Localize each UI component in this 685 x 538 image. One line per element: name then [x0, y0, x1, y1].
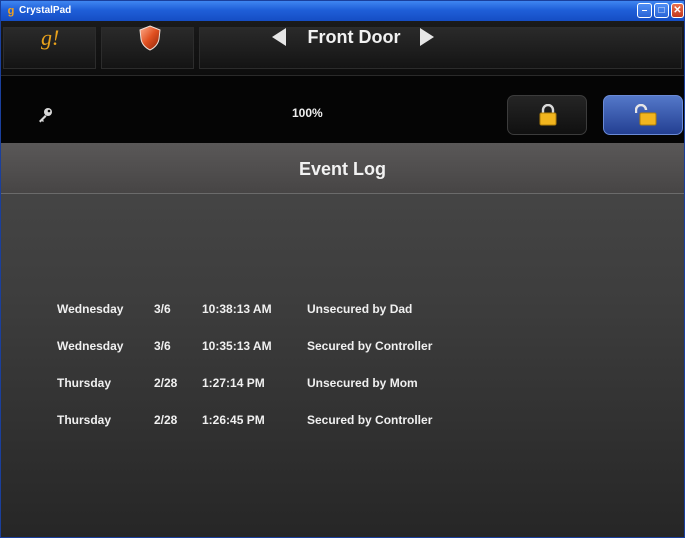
crystalpad-app-icon[interactable]: g [4, 4, 18, 18]
event-description: Secured by Controller [307, 413, 433, 427]
event-date: 2/28 [154, 413, 178, 427]
event-description: Unsecured by Mom [307, 376, 418, 390]
event-time: 10:38:13 AM [202, 302, 272, 316]
event-log-row: Wednesday 3/6 10:35:13 AM Secured by Con… [1, 336, 684, 356]
event-day: Wednesday [57, 302, 124, 316]
event-time: 1:27:14 PM [202, 376, 265, 390]
unlocked-padlock-icon [635, 104, 657, 126]
event-time: 10:35:13 AM [202, 339, 272, 353]
event-day: Thursday [57, 413, 112, 427]
maximize-button[interactable]: □ [654, 3, 669, 18]
title-bar[interactable]: g CrystalPad – □ ✕ [1, 1, 684, 21]
door-title: Front Door [307, 27, 401, 47]
event-day: Thursday [57, 376, 112, 390]
event-log-row: Thursday 2/28 1:26:45 PM Secured by Cont… [1, 410, 684, 430]
event-log-title: Event Log [298, 159, 386, 179]
event-date: 3/6 [154, 302, 171, 316]
next-door-arrow-icon[interactable] [420, 28, 434, 46]
event-description: Unsecured by Dad [307, 302, 413, 316]
window-title: CrystalPad [19, 5, 72, 16]
crystalpad-window: g CrystalPad – □ ✕ g! Front Door 100% Ev… [0, 0, 685, 538]
event-description: Secured by Controller [307, 339, 433, 353]
battery-percent: 100% [292, 106, 323, 120]
minimize-button[interactable]: – [637, 3, 652, 18]
lock-button[interactable] [507, 95, 587, 135]
event-day: Wednesday [57, 339, 124, 353]
event-date: 3/6 [154, 339, 171, 353]
event-log-row: Wednesday 3/6 10:38:13 AM Unsecured by D… [1, 299, 684, 319]
previous-door-arrow-icon[interactable] [272, 28, 286, 46]
locked-padlock-icon [539, 104, 557, 126]
close-button[interactable]: ✕ [671, 3, 684, 18]
g-logo: g! [41, 25, 60, 50]
event-log-row: Thursday 2/28 1:27:14 PM Unsecured by Mo… [1, 373, 684, 393]
event-date: 2/28 [154, 376, 178, 390]
event-time: 1:26:45 PM [202, 413, 265, 427]
key-icon [39, 108, 52, 123]
unlock-button[interactable] [603, 95, 683, 135]
shield-icon [139, 25, 161, 51]
